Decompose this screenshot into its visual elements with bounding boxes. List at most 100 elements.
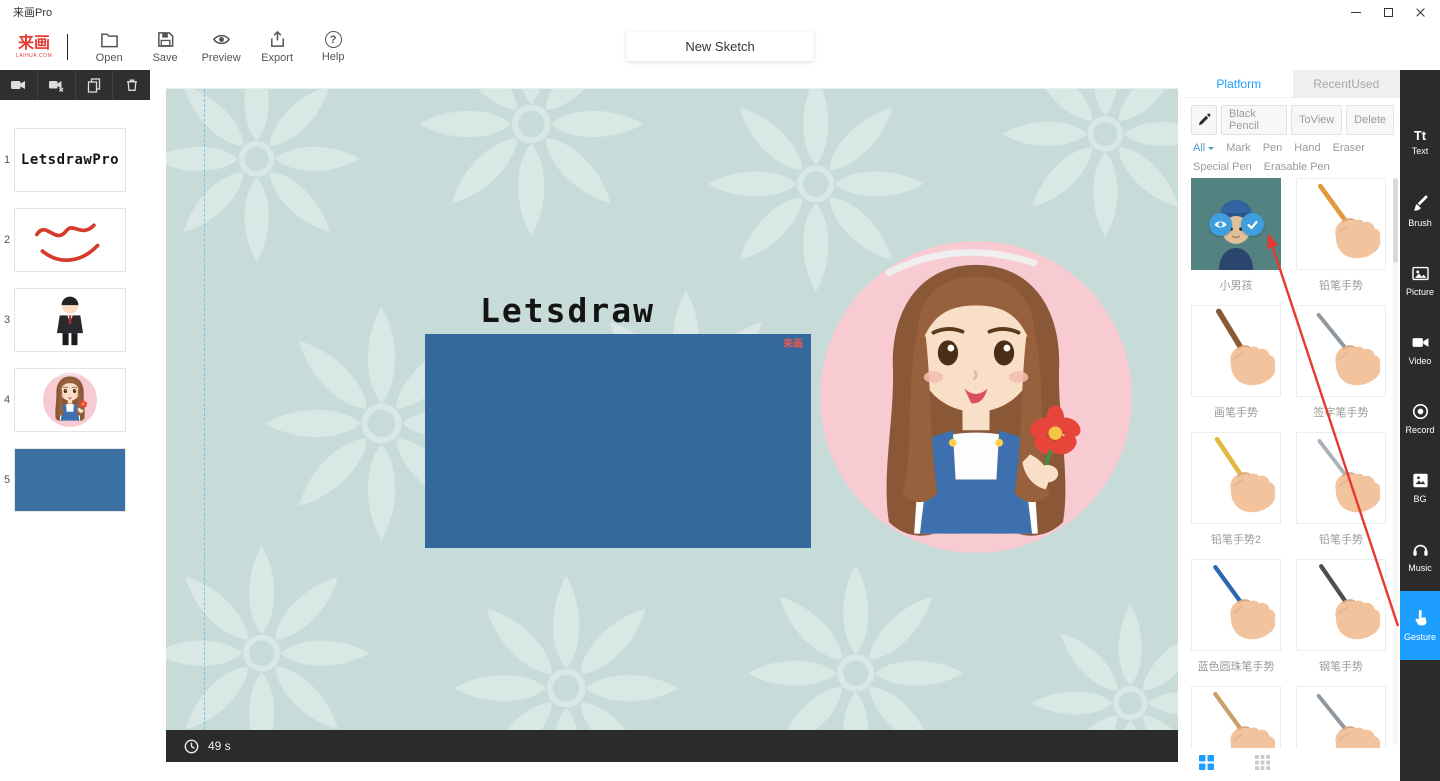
- delete-chip[interactable]: Delete: [1346, 105, 1394, 135]
- gesture-card[interactable]: 铅笔手势2: [1191, 432, 1281, 559]
- filters: Black Pencil ToView Delete All Mark Pen …: [1185, 98, 1400, 173]
- maximize-button[interactable]: [1372, 0, 1404, 24]
- sidebar-item-label: Text: [1411, 146, 1429, 156]
- gesture-list: 小男孩 铅笔手势 画笔手势 签字笔手势 铅笔手势2 铅笔手势 蓝色圆珠笔手势 钢…: [1191, 178, 1386, 748]
- hand-pen-illustration: [1214, 436, 1277, 514]
- tool-sidebar: Tt Text Brush Picture Video Record BG Mu…: [1400, 60, 1440, 781]
- panel-scrollbar[interactable]: [1393, 178, 1398, 745]
- sidebar-item-label: Music: [1408, 563, 1432, 573]
- toview-chip[interactable]: ToView: [1290, 105, 1343, 135]
- document-title[interactable]: New Sketch: [626, 32, 814, 61]
- gesture-card[interactable]: [1296, 686, 1386, 748]
- help-icon: ?: [324, 31, 342, 48]
- sidebar-item-video[interactable]: Video: [1400, 315, 1440, 384]
- check-icon[interactable]: [1240, 212, 1264, 236]
- gesture-card[interactable]: 钢笔手势: [1296, 559, 1386, 686]
- filter-all[interactable]: All: [1193, 142, 1215, 154]
- sidebar-item-label: Picture: [1405, 287, 1434, 297]
- slide-item[interactable]: 4: [0, 368, 160, 432]
- picture-icon: [1411, 266, 1429, 281]
- filter-hand[interactable]: Hand: [1294, 142, 1320, 154]
- visibility-eye-icon[interactable]: [1208, 212, 1232, 236]
- remove-scene-button[interactable]: [38, 70, 76, 100]
- slide-item[interactable]: 3: [0, 288, 160, 352]
- black-pencil-chip[interactable]: Black Pencil: [1221, 105, 1287, 135]
- duplicate-icon: [87, 77, 101, 93]
- filter-eraser[interactable]: Eraser: [1333, 142, 1365, 154]
- slide-thumbnail[interactable]: [14, 288, 126, 352]
- blue-rectangle-object[interactable]: 来画: [425, 334, 811, 548]
- sidebar-item-music[interactable]: Music: [1400, 522, 1440, 591]
- gesture-icon: [1415, 610, 1426, 626]
- gesture-card[interactable]: 铅笔手势: [1296, 178, 1386, 305]
- watermark: 来画: [783, 339, 803, 350]
- gesture-card[interactable]: 画笔手势: [1191, 305, 1281, 432]
- export-button-label: Export: [261, 52, 294, 64]
- window-controls: [1340, 0, 1436, 24]
- filter-mark[interactable]: Mark: [1226, 142, 1250, 154]
- filter-pen[interactable]: Pen: [1263, 142, 1283, 154]
- filter-special-pen[interactable]: Special Pen: [1193, 161, 1252, 173]
- app-logo: 来画 LAIHUA.COM: [16, 35, 52, 59]
- clock-icon: [184, 739, 199, 753]
- gesture-card[interactable]: 签字笔手势: [1296, 305, 1386, 432]
- trash-icon: [126, 79, 137, 91]
- add-scene-button[interactable]: [0, 70, 38, 100]
- help-button[interactable]: ? Help: [305, 31, 361, 63]
- delete-scene-button[interactable]: [113, 70, 150, 100]
- preview-button-label: Preview: [201, 52, 241, 64]
- canvas-area: Letsdraw 来画 49 s: [166, 88, 1178, 762]
- slide-thumbnail[interactable]: [14, 368, 126, 432]
- gesture-card-selected[interactable]: 小男孩: [1191, 178, 1281, 305]
- titlebar: 来画Pro: [0, 0, 1440, 24]
- gesture-label: 铅笔手势: [1319, 534, 1363, 546]
- slide-number: 2: [3, 234, 11, 246]
- tab-platform[interactable]: Platform: [1185, 70, 1293, 97]
- sidebar-item-picture[interactable]: Picture: [1400, 246, 1440, 315]
- filter-erasable-pen[interactable]: Erasable Pen: [1264, 161, 1330, 173]
- filter-all-label: All: [1193, 142, 1206, 154]
- slide-item[interactable]: 1 LetsdrawPro: [0, 128, 160, 192]
- time-bar: 49 s: [166, 730, 1178, 762]
- duplicate-scene-button[interactable]: [76, 70, 114, 100]
- canvas[interactable]: Letsdraw 来画: [166, 88, 1178, 730]
- slide-item-selected[interactable]: 5: [0, 448, 160, 512]
- assets-panel: Platform RecentUsed Black Pencil ToView …: [1185, 70, 1400, 781]
- save-button-label: Save: [152, 52, 178, 64]
- list-view-button[interactable]: [1199, 754, 1214, 775]
- canvas-heading-text[interactable]: Letsdraw: [480, 291, 655, 330]
- scrollbar-thumb[interactable]: [1393, 178, 1398, 263]
- tab-recentused[interactable]: RecentUsed: [1292, 70, 1400, 97]
- girl-avatar-object[interactable]: [820, 241, 1132, 553]
- pencil-chip[interactable]: [1191, 105, 1217, 135]
- panel-tabs: Platform RecentUsed: [1185, 70, 1400, 98]
- list-view-icon: [1199, 754, 1214, 770]
- close-button[interactable]: [1404, 0, 1436, 24]
- gesture-card[interactable]: 蓝色圆珠笔手势: [1191, 559, 1281, 686]
- record-icon: [1412, 403, 1428, 420]
- sidebar-item-brush[interactable]: Brush: [1400, 177, 1440, 246]
- gesture-image: [1296, 686, 1386, 748]
- slide-item[interactable]: 2: [0, 208, 160, 272]
- gesture-card[interactable]: [1191, 686, 1281, 748]
- open-button[interactable]: Open: [81, 30, 137, 64]
- export-button[interactable]: Export: [249, 30, 305, 64]
- slide-thumbnail[interactable]: LetsdrawPro: [14, 128, 126, 192]
- sidebar-item-record[interactable]: Record: [1400, 384, 1440, 453]
- slide-thumbnail[interactable]: [14, 448, 126, 512]
- duration-text: 49 s: [208, 739, 231, 753]
- slide-number: 4: [3, 394, 11, 406]
- gesture-card[interactable]: 铅笔手势: [1296, 432, 1386, 559]
- save-button[interactable]: Save: [137, 30, 193, 64]
- red-squiggle-illustration: [35, 223, 100, 263]
- grid-view-icon: [1255, 754, 1270, 770]
- sidebar-item-gesture[interactable]: Gesture: [1400, 591, 1440, 660]
- gesture-label: 钢笔手势: [1319, 661, 1363, 673]
- grid-view-button[interactable]: [1255, 754, 1270, 775]
- preview-button[interactable]: Preview: [193, 30, 249, 64]
- sidebar-item-text[interactable]: Tt Text: [1400, 108, 1440, 177]
- sidebar-item-bg[interactable]: BG: [1400, 453, 1440, 522]
- minimize-button[interactable]: [1340, 0, 1372, 24]
- slide-thumbnail[interactable]: [14, 208, 126, 272]
- sidebar-item-label: Gesture: [1403, 632, 1436, 642]
